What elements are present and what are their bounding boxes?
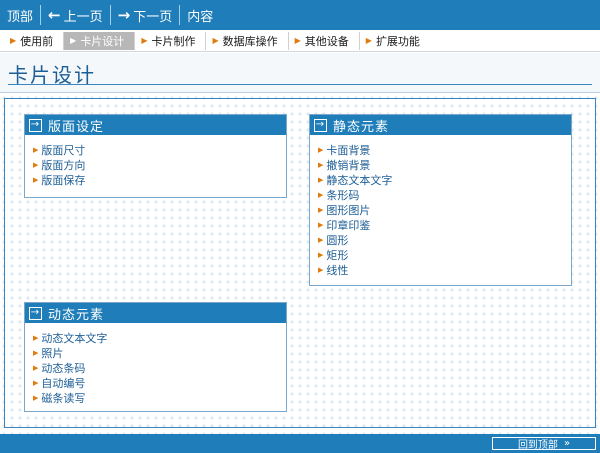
- link-label: 自动编号: [41, 377, 86, 390]
- link-label: 卡面背景: [326, 144, 371, 157]
- panel-dynamic-elements: → 动态元素 ▶ 动态文本文字 ▶ 照片 ▶ 动态条码 ▶ 自动编号 ▶ 磁条读写: [24, 302, 287, 412]
- bullet-icon: ▶: [33, 349, 39, 357]
- panel-layout-settings: → 版面设定 ▶ 版面尺寸 ▶ 版面方向 ▶ 版面保存: [24, 114, 287, 198]
- link-label: 条形码: [326, 189, 360, 202]
- panel-static-elements: → 静态元素 ▶ 卡面背景 ▶ 撤销背景 ▶ 静态文本文字 ▶ 条形码 ▶ 图形图片 ▶ 印章…: [309, 114, 572, 286]
- link-graphic-image[interactable]: ▶ 图形图片: [318, 203, 571, 218]
- link-static-text[interactable]: ▶ 静态文本文字: [318, 173, 571, 188]
- triangle-right-icon: ▶: [365, 36, 372, 45]
- link-barcode[interactable]: ▶ 条形码: [318, 188, 571, 203]
- panel-header: → 静态元素: [310, 115, 571, 135]
- tab-other-devices[interactable]: ▶ 其他设备: [289, 31, 360, 50]
- link-label: 磁条读写: [41, 392, 86, 405]
- bullet-icon: ▶: [318, 221, 324, 229]
- triangle-right-icon: ▶: [10, 36, 17, 45]
- tab-label: 使用前: [20, 34, 54, 48]
- link-magstripe[interactable]: ▶ 磁条读写: [33, 391, 286, 406]
- nav-next-button[interactable]: → 下一页: [111, 0, 180, 30]
- link-card-background[interactable]: ▶ 卡面背景: [318, 143, 571, 158]
- title-underline: [8, 84, 592, 85]
- bullet-icon: ▶: [318, 146, 324, 154]
- tab-label: 其他设备: [304, 34, 349, 48]
- link-label: 静态文本文字: [326, 174, 393, 187]
- bullet-icon: ▶: [33, 176, 39, 184]
- link-label: 版面尺寸: [41, 144, 86, 157]
- bullet-icon: ▶: [33, 394, 39, 402]
- arrow-box-icon: →: [29, 306, 42, 320]
- link-dynamic-barcode[interactable]: ▶ 动态条码: [33, 361, 286, 376]
- back-to-top-label: 回到顶部: [517, 440, 558, 451]
- link-circle[interactable]: ▶ 圆形: [318, 233, 571, 248]
- nav-prev-button[interactable]: ← 上一页: [41, 0, 110, 30]
- bullet-icon: ▶: [318, 191, 324, 199]
- bullet-icon: ▶: [318, 161, 324, 169]
- link-label: 动态文本文字: [41, 332, 108, 345]
- bullet-icon: ▶: [318, 266, 324, 274]
- top-nav-bar: 顶部 ← 上一页 → 下一页 内容: [0, 0, 600, 30]
- bullet-icon: ▶: [33, 146, 39, 154]
- link-label: 印章印鉴: [326, 219, 371, 232]
- tab-extensions[interactable]: ▶ 扩展功能: [360, 32, 430, 50]
- tab-before-use[interactable]: ▶ 使用前: [4, 31, 65, 50]
- triangle-right-icon: ▶: [70, 36, 77, 45]
- nav-top-label: 顶部: [7, 9, 34, 25]
- link-label: 动态条码: [41, 362, 86, 375]
- tab-label: 卡片制作: [151, 34, 196, 48]
- panel-title: 动态元素: [48, 307, 105, 323]
- link-label: 圆形: [326, 234, 349, 247]
- bullet-icon: ▶: [33, 334, 39, 342]
- link-label: 图形图片: [326, 204, 371, 217]
- link-line[interactable]: ▶ 线性: [318, 263, 571, 278]
- link-label: 版面方向: [41, 159, 86, 172]
- panel-header: → 版面设定: [25, 115, 286, 135]
- arrow-left-icon: ←: [48, 5, 61, 24]
- link-label: 矩形: [326, 249, 349, 262]
- double-arrow-right-icon: »: [563, 438, 571, 449]
- tab-database[interactable]: ▶ 数据库操作: [206, 31, 289, 50]
- page-header: 卡片设计: [0, 53, 600, 93]
- tab-card-making[interactable]: ▶ 卡片制作: [135, 31, 207, 50]
- arrow-box-icon: →: [314, 118, 327, 132]
- link-label: 撤销背景: [326, 159, 371, 172]
- link-photo[interactable]: ▶ 照片: [33, 346, 286, 361]
- link-layout-direction[interactable]: ▶ 版面方向: [33, 158, 286, 173]
- tab-bar: ▶ 使用前 ▶ 卡片设计 ▶ 卡片制作 ▶ 数据库操作 ▶ 其他设备 ▶ 扩展功能: [0, 30, 600, 52]
- link-seal[interactable]: ▶ 印章印鉴: [318, 218, 571, 233]
- footer-bar: 回到顶部 »: [0, 434, 600, 453]
- bullet-icon: ▶: [318, 236, 324, 244]
- bullet-icon: ▶: [318, 206, 324, 214]
- nav-contents-button[interactable]: 内容: [180, 0, 220, 30]
- panel-header: → 动态元素: [25, 303, 286, 323]
- arrow-box-icon: →: [29, 118, 42, 132]
- bullet-icon: ▶: [33, 379, 39, 387]
- triangle-right-icon: ▶: [294, 36, 301, 45]
- nav-top-button[interactable]: 顶部: [0, 0, 40, 30]
- nav-prev-label: 上一页: [63, 9, 103, 25]
- link-rectangle[interactable]: ▶ 矩形: [318, 248, 571, 263]
- link-label: 版面保存: [41, 174, 86, 187]
- tab-label: 数据库操作: [222, 34, 278, 48]
- arrow-right-icon: →: [117, 5, 131, 24]
- bullet-icon: ▶: [33, 161, 39, 169]
- nav-next-label: 下一页: [133, 9, 173, 25]
- bullet-icon: ▶: [33, 364, 39, 372]
- panel-title: 静态元素: [333, 119, 390, 135]
- nav-contents-label: 内容: [187, 9, 214, 25]
- link-undo-background[interactable]: ▶ 撤销背景: [318, 158, 571, 173]
- link-label: 照片: [41, 347, 64, 360]
- link-auto-number[interactable]: ▶ 自动编号: [33, 376, 286, 391]
- panel-title: 版面设定: [48, 119, 105, 135]
- link-layout-size[interactable]: ▶ 版面尺寸: [33, 143, 286, 158]
- link-label: 线性: [326, 264, 349, 277]
- triangle-right-icon: ▶: [212, 36, 219, 45]
- tab-card-design[interactable]: ▶ 卡片设计: [64, 31, 136, 50]
- tab-label: 扩展功能: [375, 34, 420, 48]
- link-layout-save[interactable]: ▶ 版面保存: [33, 173, 286, 188]
- back-to-top-button[interactable]: 回到顶部 »: [492, 437, 596, 451]
- tab-label: 卡片设计: [80, 34, 125, 48]
- bullet-icon: ▶: [318, 251, 324, 259]
- link-dynamic-text[interactable]: ▶ 动态文本文字: [33, 331, 286, 346]
- bullet-icon: ▶: [318, 176, 324, 184]
- triangle-right-icon: ▶: [141, 36, 148, 45]
